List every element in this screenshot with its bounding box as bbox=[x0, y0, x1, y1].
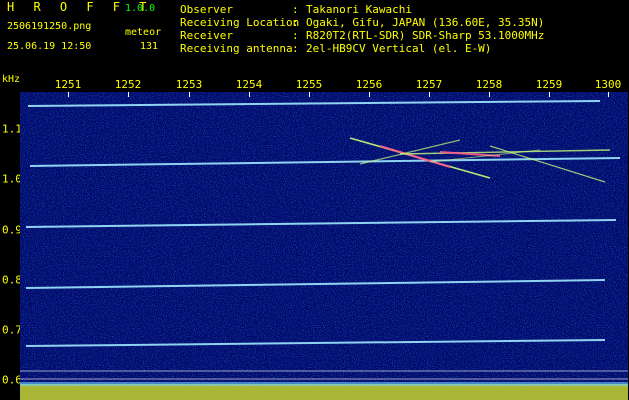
mode-label: meteor bbox=[125, 27, 162, 38]
location-value: Ogaki, Gifu, JAPAN (136.60E, 35.35N) bbox=[306, 16, 545, 29]
time-tick-mark bbox=[489, 92, 490, 97]
freq-tick-label: 0.6 bbox=[2, 373, 22, 387]
time-tick-mark bbox=[369, 92, 370, 97]
time-tick-label: 1258 bbox=[475, 78, 503, 91]
app-version: 1.0.0 bbox=[125, 3, 156, 14]
time-tick-mark bbox=[309, 92, 310, 97]
location-colon: : bbox=[292, 16, 299, 29]
time-tick-mark bbox=[189, 92, 190, 97]
freq-tick-label: 0.8 bbox=[2, 273, 22, 287]
time-tick-mark bbox=[128, 92, 129, 97]
time-tick-mark bbox=[608, 92, 609, 97]
time-tick-label: 1255 bbox=[295, 78, 323, 91]
observer-label: Observer bbox=[180, 3, 233, 16]
header-panel: H R O F F T 1.0.0 2506191250.png meteor … bbox=[0, 0, 629, 70]
time-tick-mark bbox=[549, 92, 550, 97]
time-tick-label: 1259 bbox=[535, 78, 563, 91]
meteor-count: 131 bbox=[140, 41, 159, 52]
spectrogram-plot bbox=[20, 92, 628, 400]
file-name: 2506191250.png bbox=[7, 21, 92, 32]
receiver-label: Receiver bbox=[180, 29, 233, 42]
time-tick-label: 1252 bbox=[114, 78, 142, 91]
receiver-colon: : bbox=[292, 29, 299, 42]
freq-tick-label: 0.7 bbox=[2, 323, 22, 337]
time-tick-label: 1251 bbox=[54, 78, 82, 91]
time-tick-mark bbox=[68, 92, 69, 97]
antenna-value: 2el-HB9CV Vertical (el. E-W) bbox=[306, 42, 492, 55]
baseline-noise-band bbox=[20, 382, 628, 400]
spectrogram-area bbox=[20, 92, 628, 400]
time-tick-label: 1253 bbox=[175, 78, 203, 91]
time-tick-label: 1256 bbox=[355, 78, 383, 91]
freq-tick-label: 1.0 bbox=[2, 172, 22, 186]
date-time: 25.06.19 12:50 bbox=[7, 41, 92, 52]
noise-layer bbox=[20, 92, 628, 400]
time-tick-mark bbox=[249, 92, 250, 97]
antenna-label: Receiving antenna bbox=[180, 42, 293, 55]
time-tick-label: 1254 bbox=[235, 78, 263, 91]
observer-value: Takanori Kawachi bbox=[306, 3, 412, 16]
time-tick-label: 1257 bbox=[415, 78, 443, 91]
freq-tick-label: 1.1 bbox=[2, 122, 22, 136]
freq-tick-label: 0.9 bbox=[2, 223, 22, 237]
observer-colon: : bbox=[292, 3, 299, 16]
antenna-colon: : bbox=[292, 42, 299, 55]
receiver-value: R820T2(RTL-SDR) SDR-Sharp 53.1000MHz bbox=[306, 29, 545, 42]
time-tick-mark bbox=[429, 92, 430, 97]
location-label: Receiving Location bbox=[180, 16, 300, 29]
frequency-unit: kHz bbox=[2, 74, 21, 85]
time-tick-label: 1300 bbox=[594, 78, 622, 91]
